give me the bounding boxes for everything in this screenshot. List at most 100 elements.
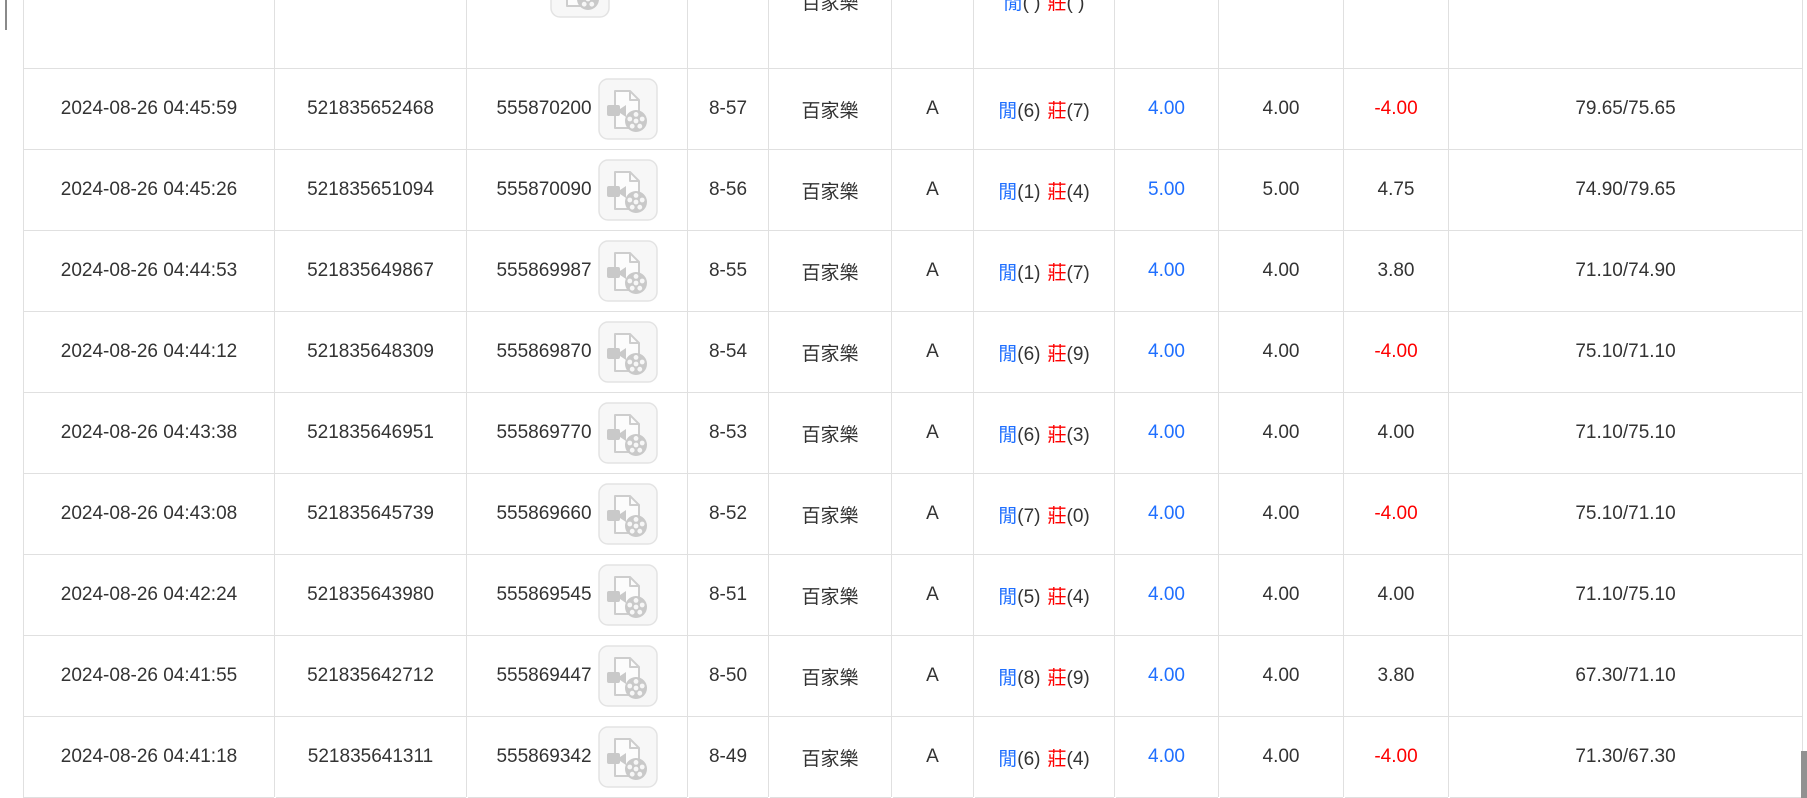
result-player-score: (1)	[1017, 263, 1040, 284]
game-name-cell: 百家樂	[769, 717, 892, 798]
result-banker-label: 莊	[1048, 668, 1067, 689]
video-file-icon	[598, 321, 658, 383]
round-cell: 8-51	[688, 555, 769, 636]
game-id-cell: 555869447	[467, 636, 688, 717]
video-file-icon	[598, 645, 658, 707]
result-banker-score: (4)	[1067, 749, 1090, 770]
game-id-value: 555869987	[496, 260, 591, 282]
result-player-score: (7)	[1017, 506, 1040, 527]
table-name-cell: A	[892, 231, 974, 312]
table-name-cell: A	[892, 393, 974, 474]
table-name-cell: A	[892, 717, 974, 798]
win-loss-cell	[1344, 0, 1449, 69]
result-player-label: 閒	[998, 506, 1017, 527]
table-name-cell: A	[892, 69, 974, 150]
table-row: 2024-08-26 04:41:55521835642712555869447…	[24, 636, 1803, 717]
valid-bet-cell: 4.00	[1219, 312, 1344, 393]
result-cell: 閒( )莊( )	[974, 0, 1115, 69]
bet-amount-cell: 4.00	[1115, 555, 1219, 636]
balance-cell: 74.90/79.65	[1449, 150, 1803, 231]
result-banker-label: 莊	[1048, 344, 1067, 365]
bet-amount-cell: 5.00	[1115, 150, 1219, 231]
win-loss-cell: 3.80	[1344, 231, 1449, 312]
video-preview-button[interactable]	[598, 78, 658, 140]
result-banker-label: 莊	[1048, 749, 1067, 770]
table-row: 2024-08-26 04:43:08521835645739555869660…	[24, 474, 1803, 555]
valid-bet-cell	[1219, 0, 1344, 69]
round-cell: 8-55	[688, 231, 769, 312]
round-cell: 8-50	[688, 636, 769, 717]
result-player-score: (6)	[1017, 749, 1040, 770]
bet-time-cell: 2024-08-26 04:44:12	[24, 312, 275, 393]
balance-cell: 71.10/75.10	[1449, 555, 1803, 636]
result-banker-label: 莊	[1048, 263, 1067, 284]
bet-time-cell: 2024-08-26 04:43:08	[24, 474, 275, 555]
video-file-icon	[598, 159, 658, 221]
table-row-partial: 百家樂閒( )莊( )	[24, 0, 1803, 69]
result-banker-label: 莊	[1048, 425, 1067, 446]
bet-amount-cell: 4.00	[1115, 312, 1219, 393]
video-preview-button[interactable]	[598, 483, 658, 545]
result-banker-score: (9)	[1067, 344, 1090, 365]
win-loss-cell: 4.75	[1344, 150, 1449, 231]
video-preview-button[interactable]	[598, 159, 658, 221]
game-id-value: 555869660	[496, 503, 591, 525]
video-preview-button[interactable]	[598, 726, 658, 788]
balance-cell: 79.65/75.65	[1449, 69, 1803, 150]
game-name-cell: 百家樂	[769, 555, 892, 636]
result-banker-label: 莊	[1048, 0, 1067, 14]
game-id-cell: 555870200	[467, 69, 688, 150]
order-id-cell: 521835649867	[275, 231, 467, 312]
game-id-value: 555869342	[496, 746, 591, 768]
table-name-cell: A	[892, 555, 974, 636]
bet-amount-cell: 4.00	[1115, 231, 1219, 312]
bet-amount-cell: 4.00	[1115, 393, 1219, 474]
valid-bet-cell: 4.00	[1219, 717, 1344, 798]
bet-time-cell: 2024-08-26 04:41:18	[24, 717, 275, 798]
result-cell: 閒(7)莊(0)	[974, 474, 1115, 555]
table-row: 2024-08-26 04:41:18521835641311 555869342…	[24, 717, 1803, 798]
video-preview-button[interactable]	[598, 564, 658, 626]
table-edge-fragment	[5, 0, 7, 30]
result-player-label: 閒	[998, 182, 1017, 203]
bet-amount-cell	[1115, 0, 1219, 69]
result-player-label: 閒	[998, 587, 1017, 608]
order-id-cell: 521835648309	[275, 312, 467, 393]
bet-amount-cell: 4.00	[1115, 717, 1219, 798]
video-preview-button[interactable]	[598, 402, 658, 464]
round-cell: 8-56	[688, 150, 769, 231]
win-loss-cell: -4.00	[1344, 312, 1449, 393]
video-preview-button[interactable]	[598, 321, 658, 383]
summary-row-right-fragment	[1801, 751, 1807, 798]
video-file-icon	[598, 483, 658, 545]
valid-bet-cell: 4.00	[1219, 231, 1344, 312]
bet-amount-cell: 4.00	[1115, 69, 1219, 150]
table-row: 2024-08-26 04:42:24521835643980555869545…	[24, 555, 1803, 636]
order-id-cell: 521835641311	[275, 717, 467, 798]
order-id-cell: 521835642712	[275, 636, 467, 717]
game-id-value: 555869870	[496, 341, 591, 363]
video-file-icon	[598, 726, 658, 788]
video-preview-button[interactable]	[598, 645, 658, 707]
video-preview-button[interactable]	[550, 0, 610, 18]
result-cell: 閒(6)莊(3)	[974, 393, 1115, 474]
order-id-cell: 521835646951	[275, 393, 467, 474]
balance-cell	[1449, 0, 1803, 69]
result-player-label: 閒	[998, 344, 1017, 365]
round-cell: 8-57	[688, 69, 769, 150]
round-cell: 8-53	[688, 393, 769, 474]
video-preview-button[interactable]	[598, 240, 658, 302]
bet-time-cell: 2024-08-26 04:45:59	[24, 69, 275, 150]
balance-cell: 75.10/71.10	[1449, 312, 1803, 393]
bet-time-cell: 2024-08-26 04:41:55	[24, 636, 275, 717]
result-player-score: (1)	[1017, 182, 1040, 203]
game-name-cell: 百家樂	[769, 231, 892, 312]
result-banker-score: ( )	[1067, 0, 1085, 14]
result-player-label: 閒	[998, 668, 1017, 689]
order-id-cell: 521835651094	[275, 150, 467, 231]
video-file-icon	[550, 0, 610, 18]
game-name-cell: 百家樂	[769, 69, 892, 150]
result-player-label: 閒	[998, 749, 1017, 770]
order-id-cell	[275, 0, 467, 69]
game-name-cell: 百家樂	[769, 150, 892, 231]
